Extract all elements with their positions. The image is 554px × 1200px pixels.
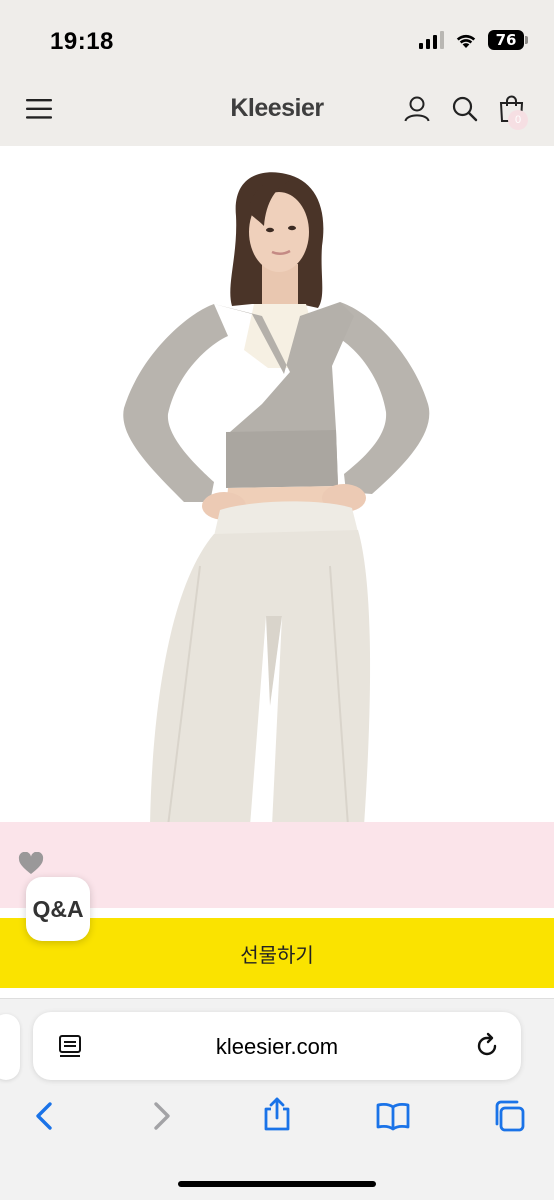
tabs-icon[interactable] (491, 1098, 527, 1134)
back-icon[interactable] (26, 1098, 62, 1134)
share-icon[interactable] (259, 1096, 295, 1132)
qa-button[interactable]: Q&A (26, 877, 90, 941)
bookmarks-icon[interactable] (375, 1098, 411, 1134)
battery-icon: 76 (488, 30, 528, 50)
heart-icon[interactable] (18, 852, 44, 876)
previous-tab-preview[interactable] (0, 1014, 20, 1080)
site-header: Kleesier 0 (0, 78, 554, 146)
address-bar[interactable]: kleesier.com (33, 1012, 521, 1080)
status-bar: 19:18 76 (0, 0, 554, 78)
wifi-icon (456, 34, 476, 48)
product-photo (123, 172, 430, 826)
search-icon[interactable] (450, 94, 480, 124)
cart-count-badge: 0 (508, 110, 528, 130)
status-icons: 76 (419, 30, 528, 50)
home-indicator (178, 1181, 376, 1187)
status-time: 19:18 (50, 28, 114, 55)
user-icon[interactable] (402, 94, 432, 124)
battery-level: 76 (495, 31, 517, 49)
signal-icon (419, 31, 444, 49)
product-image (0, 146, 554, 826)
url-text[interactable]: kleesier.com (33, 1034, 521, 1060)
reload-icon[interactable] (473, 1032, 501, 1060)
forward-icon[interactable] (144, 1098, 180, 1134)
